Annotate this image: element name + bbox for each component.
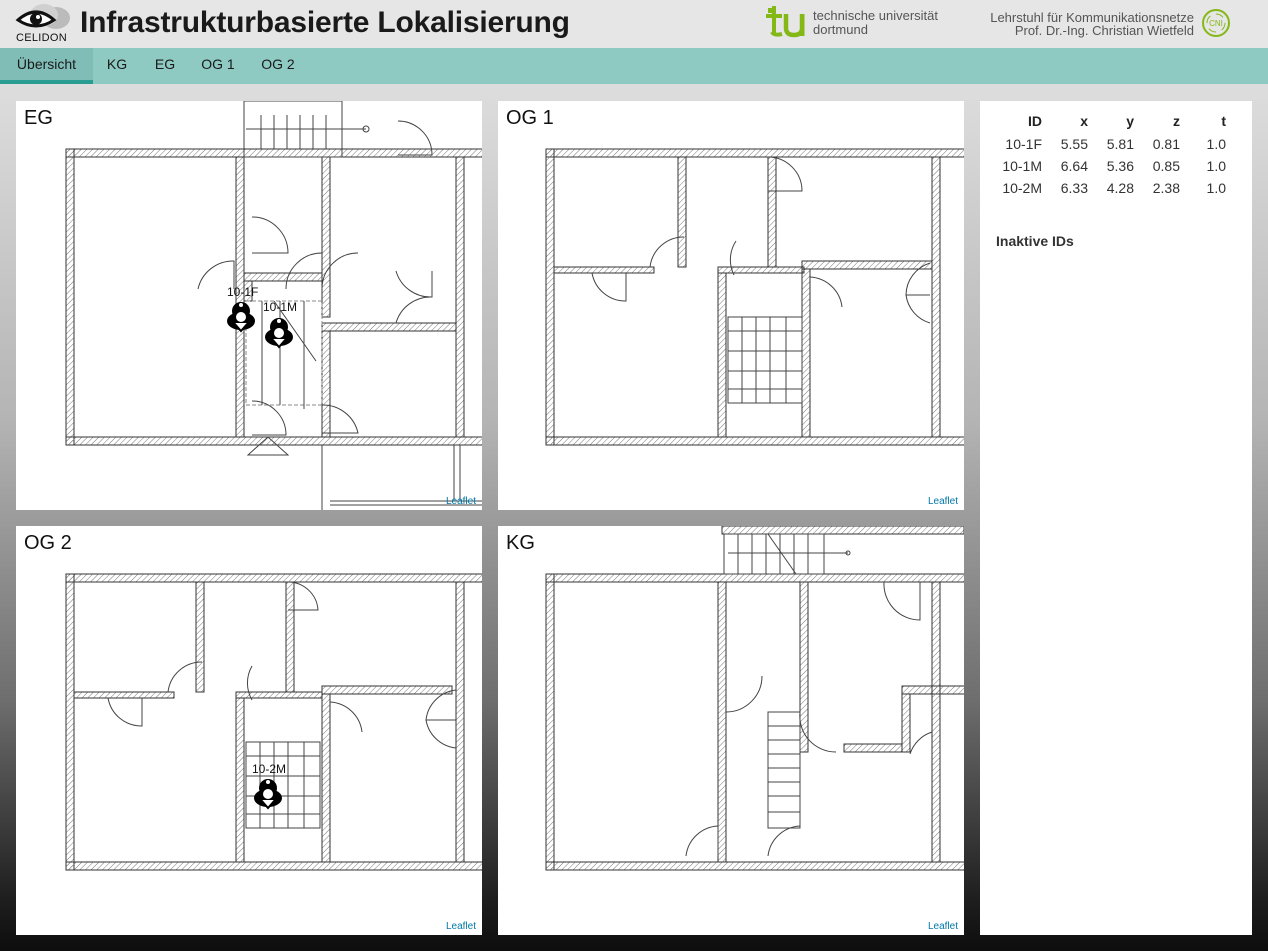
- tag-marker-icon[interactable]: [253, 778, 283, 810]
- inactive-ids-heading: Inaktive IDs: [996, 233, 1074, 249]
- tag-marker-icon[interactable]: [264, 317, 294, 349]
- cell-y: 5.81: [1106, 136, 1134, 152]
- column-header-t: t: [1221, 113, 1226, 129]
- tag-label-10-1F: 10-1F: [227, 285, 259, 299]
- map-title-og2: OG 2: [24, 532, 72, 554]
- floorplan-kg: [545, 526, 964, 871]
- cell-id: 10-1M: [1002, 158, 1042, 174]
- tag-sidebar: ID x y z t 10-1F 5.55 5.81 0.81 1.0 10-1…: [980, 101, 1252, 935]
- logo-text: CELIDON: [16, 32, 67, 44]
- cell-x: 6.64: [1060, 158, 1088, 174]
- table-row[interactable]: 10-2M 6.33 4.28 2.38 1.0: [996, 177, 1226, 199]
- cell-id: 10-1F: [1005, 136, 1042, 152]
- floorplan-og2: [65, 573, 482, 871]
- university-line1: technische universität: [813, 8, 939, 23]
- map-og1[interactable]: OG 1 Leaflet: [498, 101, 964, 510]
- tu-dortmund-logo-icon: [766, 6, 805, 38]
- leaflet-attribution-link[interactable]: Leaflet: [446, 921, 476, 932]
- chair-professor: Prof. Dr.-Ing. Christian Wietfeld: [1014, 23, 1194, 38]
- map-title-eg: EG: [24, 107, 53, 129]
- app-header: CELIDON Infrastrukturbasierte Lokalisier…: [0, 0, 1268, 48]
- cell-z: 0.81: [1152, 136, 1180, 152]
- tab-og2[interactable]: OG 2: [256, 48, 300, 84]
- tab-eg[interactable]: EG: [148, 48, 182, 84]
- tag-label-10-1M: 10-1M: [263, 300, 298, 314]
- table-row[interactable]: 10-1M 6.64 5.36 0.85 1.0: [996, 155, 1226, 177]
- column-header-x: x: [1080, 113, 1088, 129]
- page-title: Infrastrukturbasierte Lokalisierung: [80, 6, 570, 39]
- tab-og1[interactable]: OG 1: [196, 48, 240, 84]
- tag-label-10-2M: 10-2M: [252, 762, 287, 776]
- cell-x: 6.33: [1060, 180, 1088, 196]
- floorplan-og1: [545, 148, 964, 446]
- cell-y: 4.28: [1106, 180, 1134, 196]
- university-line2: dortmund: [813, 22, 868, 37]
- table-row[interactable]: 10-1F 5.55 5.81 0.81 1.0: [996, 133, 1226, 155]
- column-header-z: z: [1173, 113, 1180, 129]
- leaflet-attribution-link[interactable]: Leaflet: [446, 496, 476, 507]
- table-header-row: ID x y z t: [996, 111, 1226, 133]
- cell-z: 2.38: [1152, 180, 1180, 196]
- map-eg[interactable]: EG 10-1F 10-1M Leaflet: [16, 101, 482, 510]
- cell-y: 5.36: [1106, 158, 1134, 174]
- cell-t: 1.0: [1206, 158, 1226, 174]
- tab-kg[interactable]: KG: [100, 48, 134, 84]
- cell-id: 10-2M: [1002, 180, 1042, 196]
- cell-t: 1.0: [1206, 180, 1226, 196]
- cell-t: 1.0: [1206, 136, 1226, 152]
- tag-marker-icon[interactable]: [226, 301, 256, 333]
- map-kg[interactable]: KG Leaflet: [498, 526, 964, 935]
- main-navigation: Übersicht KG EG OG 1 OG 2: [0, 48, 1268, 84]
- tab-uebersicht[interactable]: Übersicht: [0, 48, 93, 84]
- cni-logo-icon: CNI: [1202, 9, 1230, 37]
- university-name: technische universität dortmund: [813, 9, 938, 37]
- cni-logo-text: CNI: [1209, 19, 1223, 28]
- cell-x: 5.55: [1060, 136, 1088, 152]
- map-title-og1: OG 1: [506, 107, 554, 129]
- tag-position-table: ID x y z t 10-1F 5.55 5.81 0.81 1.0 10-1…: [996, 111, 1226, 199]
- cell-z: 0.85: [1152, 158, 1180, 174]
- leaflet-attribution-link[interactable]: Leaflet: [928, 921, 958, 932]
- column-header-y: y: [1126, 113, 1134, 129]
- map-og2[interactable]: OG 2 10-2M Leaflet: [16, 526, 482, 935]
- map-title-kg: KG: [506, 532, 535, 554]
- leaflet-attribution-link[interactable]: Leaflet: [928, 496, 958, 507]
- column-header-id: ID: [1028, 113, 1042, 129]
